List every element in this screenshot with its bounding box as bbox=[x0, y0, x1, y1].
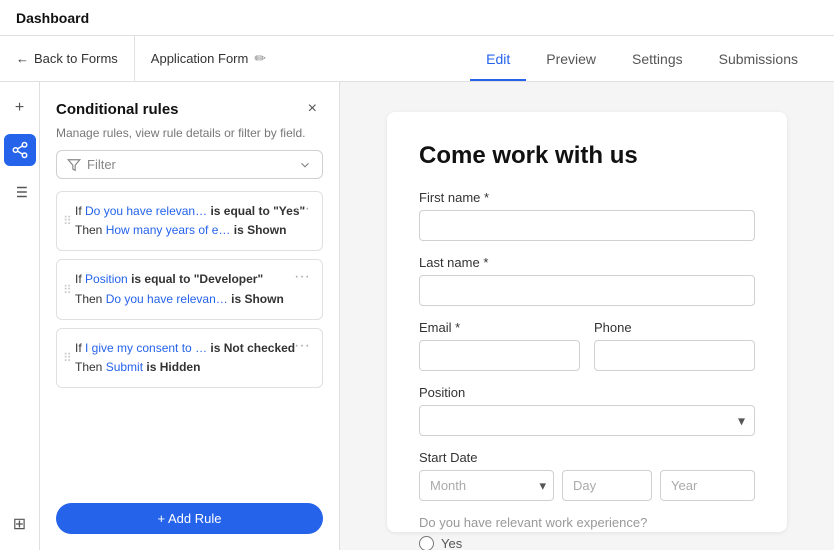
date-row: Month ▾ Day Year bbox=[419, 470, 755, 501]
form-card: Come work with us First name * Last name… bbox=[387, 112, 787, 532]
rule-more-button[interactable]: ··· bbox=[290, 268, 314, 286]
form-title: Come work with us bbox=[419, 142, 755, 170]
grid-button[interactable]: ⊞ bbox=[4, 508, 36, 540]
day-select-wrapper: Day bbox=[562, 470, 652, 501]
rules-panel-title: Conditional rules bbox=[56, 101, 179, 118]
rule-more-button[interactable]: ··· bbox=[290, 200, 314, 218]
tab-preview[interactable]: Preview bbox=[530, 36, 612, 81]
experience-radio-group: Yes No bbox=[419, 536, 755, 550]
yes-label: Yes bbox=[441, 536, 462, 550]
filter-placeholder: Filter bbox=[87, 157, 292, 172]
experience-question-label: Do you have relevant work experience? bbox=[419, 515, 755, 530]
drag-handle-icon[interactable]: ⠿ bbox=[63, 214, 72, 228]
first-name-label: First name * bbox=[419, 190, 755, 205]
back-arrow-icon: ← bbox=[16, 51, 29, 66]
filter-input[interactable]: Filter bbox=[56, 150, 323, 179]
filter-chevron-icon bbox=[298, 158, 312, 172]
rules-list: ⠿ ··· If Do you have relevan… is equal t… bbox=[40, 191, 339, 491]
list-button[interactable] bbox=[4, 176, 36, 208]
experience-group: Do you have relevant work experience? Ye… bbox=[419, 515, 755, 550]
close-rules-panel-button[interactable]: × bbox=[302, 98, 323, 120]
email-input[interactable] bbox=[419, 340, 580, 371]
position-group: Position ▾ bbox=[419, 385, 755, 436]
first-name-group: First name * bbox=[419, 190, 755, 241]
rule-more-button[interactable]: ··· bbox=[290, 337, 314, 355]
start-date-group: Start Date Month ▾ Day bbox=[419, 450, 755, 501]
yes-radio[interactable] bbox=[419, 536, 434, 550]
drag-handle-icon[interactable]: ⠿ bbox=[63, 351, 72, 365]
form-name-label: Application Form bbox=[151, 51, 249, 66]
month-select-wrapper: Month ▾ bbox=[419, 470, 554, 501]
rule-text: If I give my consent to … is Not checked… bbox=[75, 339, 312, 377]
last-name-group: Last name * bbox=[419, 255, 755, 306]
position-select[interactable] bbox=[419, 405, 755, 436]
month-select[interactable]: Month bbox=[419, 470, 554, 501]
yes-option[interactable]: Yes bbox=[419, 536, 755, 550]
rule-text: If Position is equal to "Developer" Then… bbox=[75, 270, 312, 308]
tab-settings[interactable]: Settings bbox=[616, 36, 699, 81]
year-select-wrapper: Year bbox=[660, 470, 755, 501]
add-element-button[interactable]: + bbox=[4, 92, 36, 124]
rule-text: If Do you have relevan… is equal to "Yes… bbox=[75, 202, 312, 240]
back-to-forms-link[interactable]: ← Back to Forms bbox=[0, 36, 135, 81]
phone-label: Phone bbox=[594, 320, 755, 335]
last-name-label: Last name * bbox=[419, 255, 755, 270]
rule-card: ⠿ ··· If Do you have relevan… is equal t… bbox=[56, 191, 323, 251]
dashboard-title: Dashboard bbox=[16, 10, 89, 26]
form-preview-area: Come work with us First name * Last name… bbox=[340, 82, 834, 550]
icon-sidebar: + ⊞ bbox=[0, 82, 40, 550]
email-phone-row: Email * Phone bbox=[419, 320, 755, 371]
rule-card: ⠿ ··· If I give my consent to … is Not c… bbox=[56, 328, 323, 388]
rules-panel-description: Manage rules, view rule details or filte… bbox=[40, 126, 339, 150]
add-rule-button[interactable]: + Add Rule bbox=[56, 503, 323, 534]
back-to-forms-label: Back to Forms bbox=[34, 51, 118, 66]
phone-group: Phone bbox=[594, 320, 755, 371]
tab-submissions[interactable]: Submissions bbox=[703, 36, 814, 81]
year-select[interactable]: Year bbox=[660, 470, 755, 501]
tab-edit[interactable]: Edit bbox=[470, 36, 526, 81]
rules-panel: Conditional rules × Manage rules, view r… bbox=[40, 82, 340, 550]
last-name-input[interactable] bbox=[419, 275, 755, 306]
first-name-input[interactable] bbox=[419, 210, 755, 241]
day-select[interactable]: Day bbox=[562, 470, 652, 501]
email-label: Email * bbox=[419, 320, 580, 335]
rule-card: ⠿ ··· If Position is equal to "Developer… bbox=[56, 259, 323, 319]
position-label: Position bbox=[419, 385, 755, 400]
edit-pencil-icon[interactable]: ✏ bbox=[254, 50, 266, 67]
position-select-wrapper: ▾ bbox=[419, 405, 755, 436]
start-date-label: Start Date bbox=[419, 450, 755, 465]
filter-icon bbox=[67, 158, 81, 172]
phone-input[interactable] bbox=[594, 340, 755, 371]
drag-handle-icon[interactable]: ⠿ bbox=[63, 283, 72, 297]
email-group: Email * bbox=[419, 320, 580, 371]
share-button[interactable] bbox=[4, 134, 36, 166]
